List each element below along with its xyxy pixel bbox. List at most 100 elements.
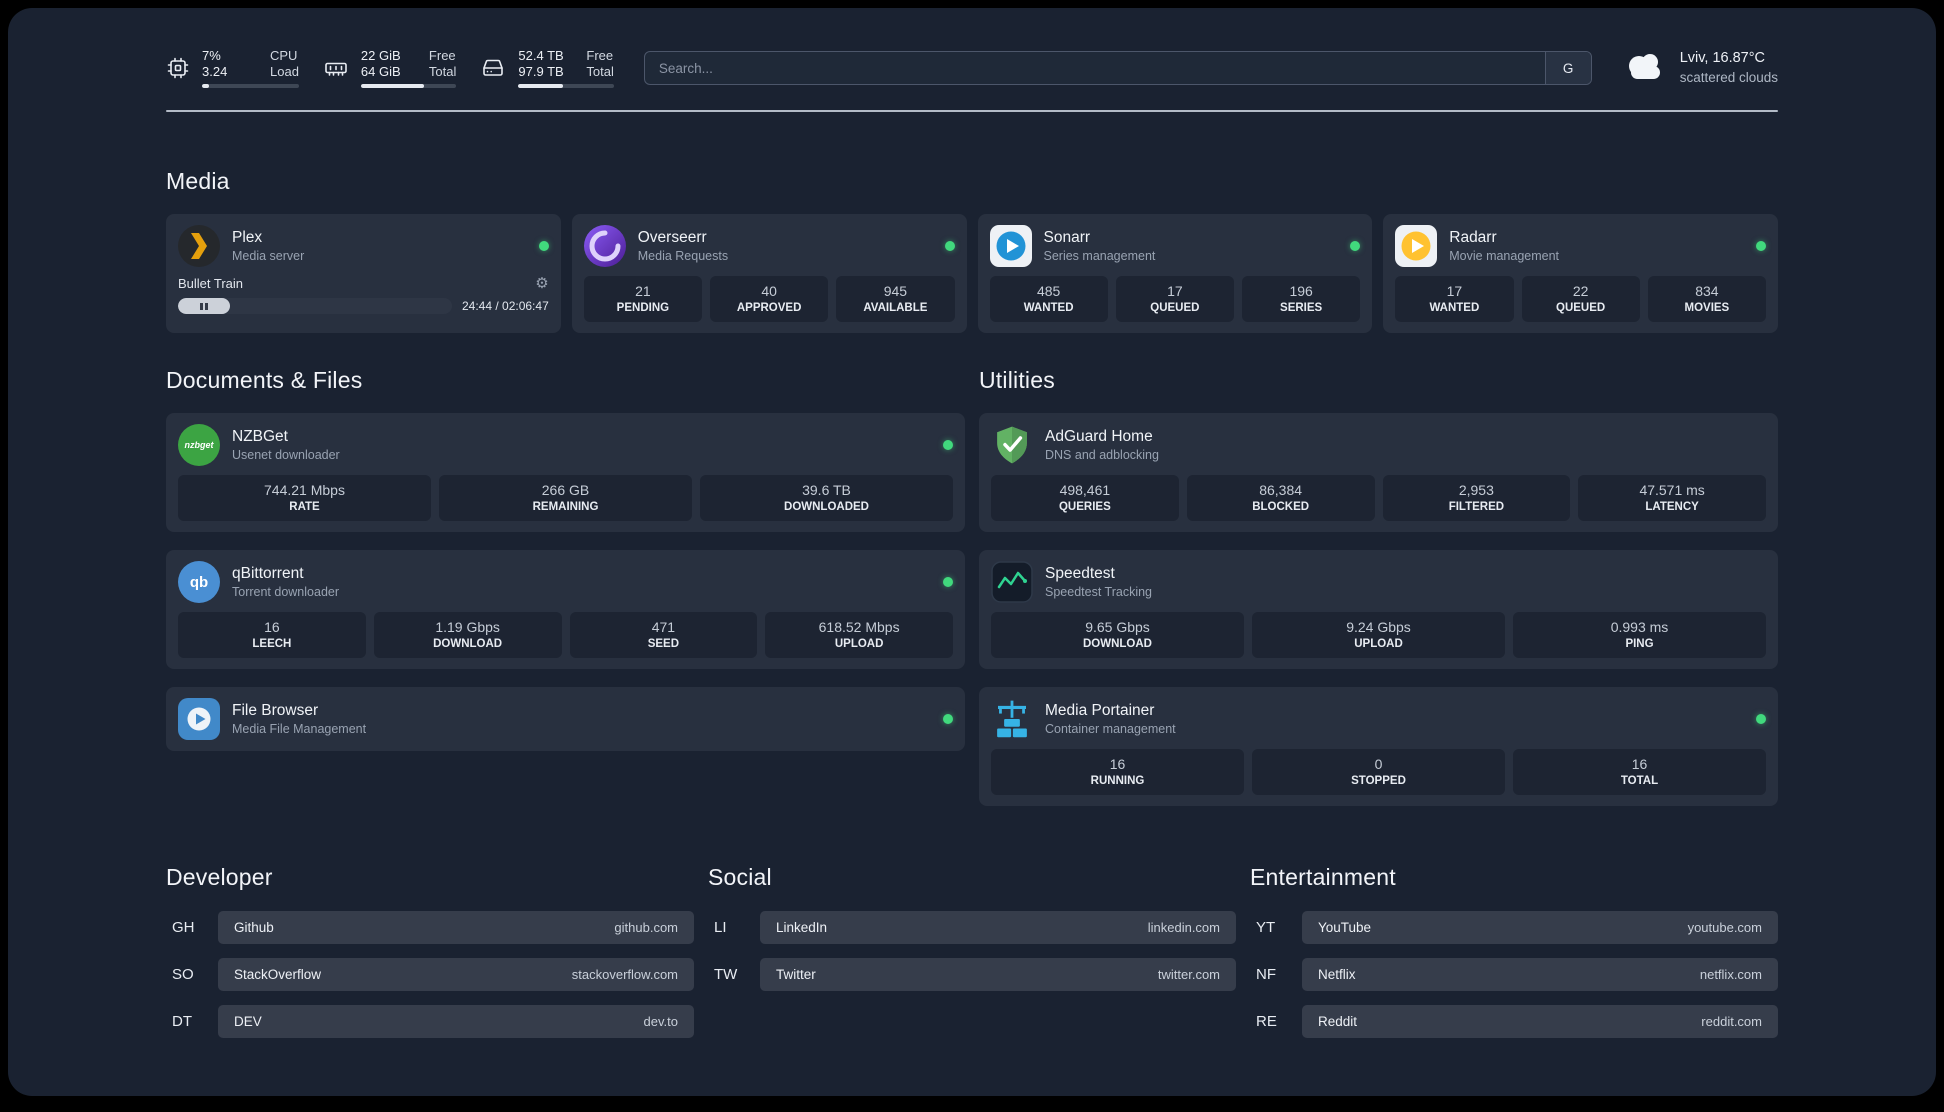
disk-widget: 52.4 TB Free 97.9 TB Total — [480, 48, 614, 88]
disk-total-label: Total — [586, 64, 614, 79]
plex-names: Plex Media server — [232, 228, 304, 264]
portainer-card[interactable]: Media Portainer Container management 16 … — [979, 687, 1778, 806]
bookmark-link-youtube[interactable]: YouTube youtube.com — [1302, 911, 1778, 944]
speedtest-card[interactable]: Speedtest Speedtest Tracking 9.65 Gbps D… — [979, 550, 1778, 669]
plex-subtitle: Media server — [232, 249, 305, 263]
speedtest-subtitle: Speedtest Tracking — [1045, 585, 1153, 599]
bookmark-link-reddit[interactable]: Reddit reddit.com — [1302, 1005, 1778, 1038]
bookmark-row-dev: DT DEV dev.to — [166, 1005, 694, 1038]
adguard-stat-latency: 47.571 ms LATENCY — [1578, 475, 1766, 521]
overseerr-stats: 21 PENDING 40 APPROVED 945 AVAILABLE — [583, 267, 955, 322]
search-input[interactable] — [644, 52, 1545, 84]
nzbget-status-dot — [943, 440, 953, 450]
disk-readout: 52.4 TB Free 97.9 TB Total — [518, 48, 614, 88]
speedtest-stat-ping: 0.993 ms PING — [1513, 612, 1766, 658]
bookmark-name: Twitter — [776, 967, 816, 982]
speedtest-names: Speedtest Speedtest Tracking — [1045, 564, 1152, 600]
speedtest-stat-upload: 9.24 Gbps UPLOAD — [1252, 612, 1505, 658]
radarr-card[interactable]: Radarr Movie management 17 WANTED 22 QUE… — [1383, 214, 1778, 333]
bookmark-link-twitter[interactable]: Twitter twitter.com — [760, 958, 1236, 991]
bookmark-link-dev[interactable]: DEV dev.to — [218, 1005, 694, 1038]
bookmark-link-github[interactable]: Github github.com — [218, 911, 694, 944]
bookmark-abbr: YT — [1256, 919, 1276, 936]
qbittorrent-stat-leech: 16 LEECH — [178, 612, 366, 658]
bookmark-name: LinkedIn — [776, 920, 828, 935]
overseerr-subtitle: Media Requests — [637, 249, 729, 263]
stat-label: DOWNLOAD — [433, 638, 503, 650]
stat-label: QUEUED — [1556, 302, 1606, 314]
qbittorrent-stat-upload: 618.52 Mbps UPLOAD — [765, 612, 953, 658]
sonarr-card[interactable]: Sonarr Series management 485 WANTED 17 Q… — [977, 214, 1373, 333]
stat-value: 618.52 Mbps — [818, 619, 900, 635]
stat-label: PING — [1625, 638, 1654, 650]
portainer-icon — [991, 698, 1033, 740]
qbittorrent-stat-download: 1.19 Gbps DOWNLOAD — [373, 612, 562, 658]
stat-label: DOWNLOADED — [784, 501, 869, 513]
developer-group-title: Developer — [166, 864, 273, 890]
plex-progress-bar[interactable] — [178, 298, 452, 314]
bookmarks-section: Developer GH Github github.com SO StackO… — [166, 864, 1778, 1078]
qbittorrent-status-dot — [943, 577, 953, 587]
stat-value: 17 — [1167, 283, 1183, 299]
stat-label: WANTED — [1429, 302, 1480, 314]
utilities-column: Utilities AdGuard Home DNS and adblockin… — [979, 367, 1778, 806]
bookmark-link-netflix[interactable]: Netflix netflix.com — [1302, 958, 1778, 991]
stat-value: 86,384 — [1259, 482, 1303, 498]
weather-text: Lviv, 16.87°C scattered clouds — [1680, 49, 1778, 87]
top-bar: 7% CPU 3.24 Load 22 GiB Free 64 GiB Tota… — [166, 48, 1778, 88]
weather-location: Lviv, 16.87°C — [1679, 50, 1766, 66]
stat-value: 744.21 Mbps — [264, 482, 345, 498]
developer-bookmarks: GH Github github.com SO StackOverflow st… — [166, 911, 694, 1038]
radarr-subtitle: Movie management — [1449, 249, 1560, 263]
overseerr-header: Overseerr Media Requests — [583, 225, 955, 267]
nzbget-names: NZBGet Usenet downloader — [232, 427, 340, 463]
stat-value: 471 — [651, 619, 676, 635]
bookmark-group-developer: Developer GH Github github.com SO StackO… — [166, 864, 694, 1038]
qbittorrent-name: qBittorrent — [232, 565, 304, 582]
bookmark-link-stackoverflow[interactable]: StackOverflow stackoverflow.com — [218, 958, 694, 991]
overseerr-stat-approved: 40 APPROVED — [710, 276, 829, 322]
sonarr-header: Sonarr Series management — [989, 225, 1361, 267]
entertainment-bookmarks: YT YouTube youtube.com NF Netflix netfli… — [1250, 911, 1778, 1038]
portainer-stats: 16 RUNNING 0 STOPPED 16 TOTAL — [991, 740, 1766, 795]
settings-icon[interactable]: ⚙ — [535, 276, 548, 291]
cpu-label: CPU — [270, 48, 298, 63]
entertainment-group-title: Entertainment — [1250, 864, 1396, 890]
stat-label: MOVIES — [1684, 302, 1730, 314]
cpu-percent: 7% — [202, 48, 221, 63]
adguard-card[interactable]: AdGuard Home DNS and adblocking 498,461 … — [979, 413, 1778, 532]
portainer-stat-stopped: 0 STOPPED — [1252, 749, 1505, 795]
nzbget-icon: nzbget — [178, 424, 220, 466]
pause-icon[interactable] — [200, 302, 208, 310]
stat-value: 16 — [1109, 756, 1126, 772]
bookmark-link-linkedin[interactable]: LinkedIn linkedin.com — [760, 911, 1236, 944]
sonarr-stat-queued: 17 QUEUED — [1115, 276, 1234, 322]
stat-value: 9.65 Gbps — [1085, 619, 1150, 635]
overseerr-stat-pending: 21 PENDING — [583, 276, 702, 322]
nzbget-stat-remaining: 266 GB REMAINING — [439, 475, 692, 521]
media-grid: Plex Media server Bullet Train ⚙ 24:44 /… — [166, 214, 1778, 333]
search-bar[interactable]: G — [643, 51, 1592, 85]
overseerr-icon — [583, 225, 626, 267]
qbittorrent-card[interactable]: qb qBittorrent Torrent downloader 16 LEE… — [166, 550, 965, 669]
qbittorrent-stats: 16 LEECH 1.19 Gbps DOWNLOAD 471 SEED 618… — [178, 603, 953, 658]
stat-value: 498,461 — [1059, 482, 1111, 498]
stat-label: SERIES — [1280, 302, 1323, 314]
search-provider-button[interactable]: G — [1544, 52, 1591, 84]
speedtest-header: Speedtest Speedtest Tracking — [991, 561, 1766, 603]
overseerr-card[interactable]: Overseerr Media Requests 21 PENDING 40 A… — [571, 214, 967, 333]
bookmark-url: stackoverflow.com — [571, 967, 678, 982]
nzbget-subtitle: Usenet downloader — [232, 448, 340, 462]
nzbget-card[interactable]: nzbget NZBGet Usenet downloader 744.21 M… — [166, 413, 965, 532]
cpu-widget: 7% CPU 3.24 Load — [166, 48, 299, 88]
adguard-names: AdGuard Home DNS and adblocking — [1045, 427, 1159, 463]
plex-header: Plex Media server — [178, 225, 549, 267]
utilities-section-title: Utilities — [979, 367, 1055, 393]
sonarr-stat-series: 196 SERIES — [1242, 276, 1361, 322]
radarr-stat-movies: 834 MOVIES — [1647, 276, 1766, 322]
filebrowser-card[interactable]: File Browser Media File Management — [166, 687, 965, 751]
plex-player-row: 24:44 / 02:06:47 — [178, 298, 549, 314]
filebrowser-names: File Browser Media File Management — [232, 701, 366, 737]
plex-card[interactable]: Plex Media server Bullet Train ⚙ 24:44 /… — [166, 214, 561, 333]
adguard-stat-filtered: 2,953 FILTERED — [1382, 475, 1571, 521]
